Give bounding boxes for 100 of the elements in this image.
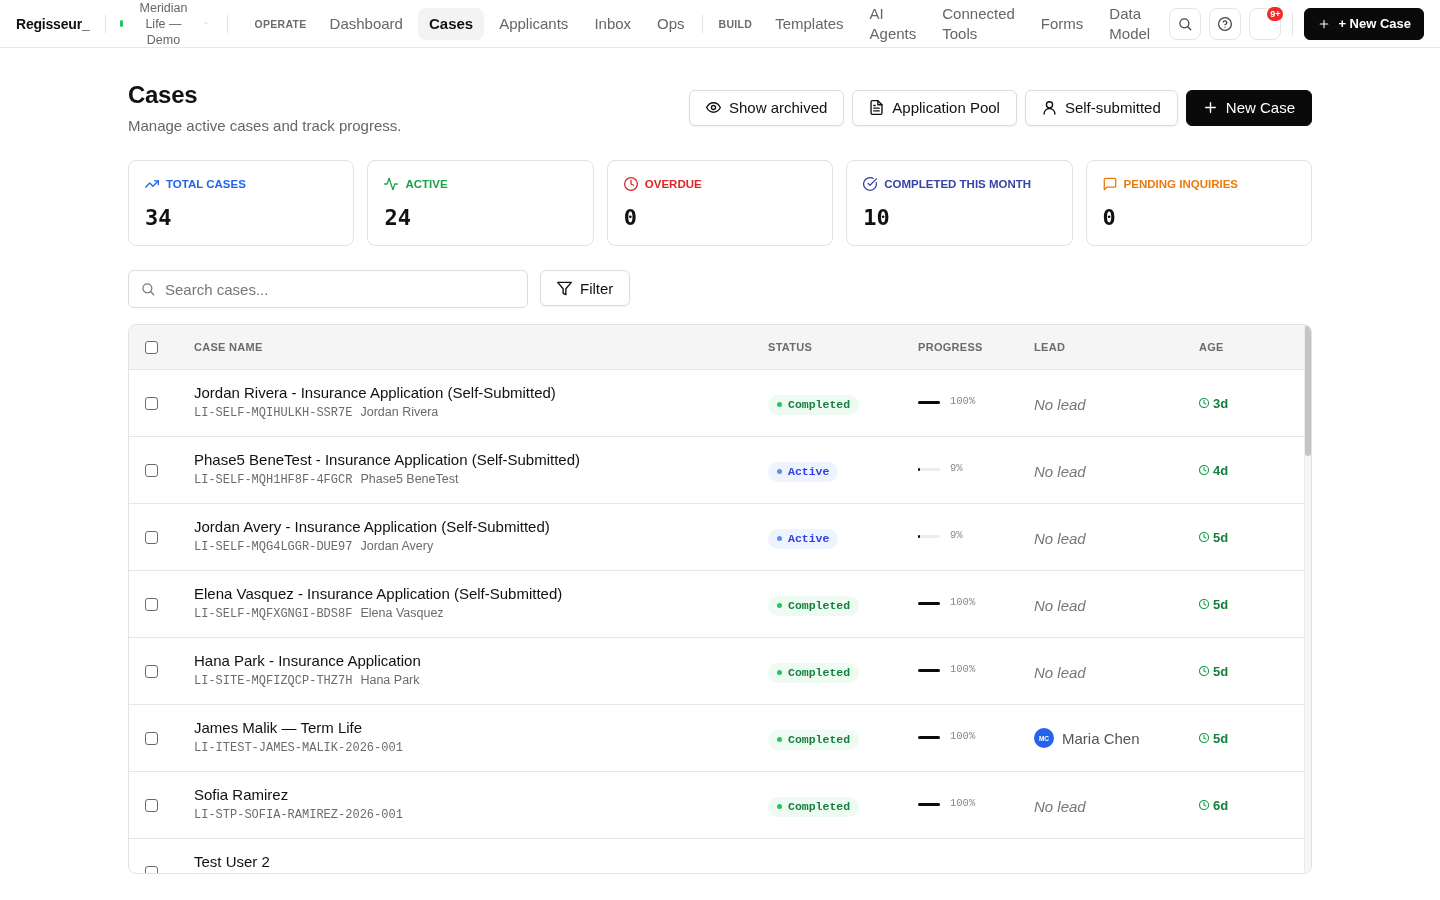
status-badge: Completed	[768, 662, 860, 683]
plus-icon	[1202, 100, 1218, 115]
case-age: 5d	[1213, 663, 1229, 679]
nav-link[interactable]: Dashboard	[318, 7, 414, 40]
status-badge: Active	[768, 528, 839, 549]
nav-link[interactable]: Applicants	[488, 7, 580, 40]
search-field[interactable]: Search cases...	[128, 270, 528, 308]
search-icon	[1178, 16, 1193, 31]
case-name[interactable]: Phase5 BeneTest - Insurance Application (Self-Submitted)	[194, 450, 581, 470]
nav-link[interactable]: Templates	[764, 7, 855, 40]
nav-link[interactable]: Forms	[1029, 7, 1095, 40]
chevron-down-icon	[203, 21, 210, 26]
case-name[interactable]: Hana Park - Insurance Application	[194, 651, 421, 671]
progress-percent: 100%	[950, 395, 976, 407]
progress-percent: 100%	[950, 797, 976, 809]
filter-button[interactable]: Filter	[540, 270, 631, 306]
clock-icon	[623, 177, 638, 191]
clock-icon	[1199, 733, 1209, 743]
progress-percent: 100%	[950, 730, 976, 742]
self-submitted-button[interactable]: Self-submitted	[1024, 89, 1178, 126]
progress-percent: 100%	[950, 596, 976, 608]
pulse-icon	[384, 177, 399, 191]
case-name[interactable]: Test User 2	[194, 852, 270, 872]
select-all-checkbox[interactable]	[145, 340, 158, 354]
check-circle-icon	[863, 177, 878, 191]
nav-link[interactable]: Inbox	[583, 7, 643, 40]
case-name[interactable]: Elena Vasquez - Insurance Application (Self-Submitted)	[194, 584, 563, 604]
column-header: STATUS	[768, 341, 813, 353]
stat-label: COMPLETED THIS MONTH	[884, 177, 1032, 192]
status-badge: Completed	[768, 595, 860, 616]
workspace-switcher[interactable]: Meridian Life — Demo	[120, 0, 210, 48]
application-pool-button[interactable]: Application Pool	[852, 89, 1017, 126]
status-dot-icon	[777, 469, 782, 474]
nav-link[interactable]: Connected Tools	[931, 0, 1026, 50]
case-age: 4d	[1213, 462, 1229, 478]
column-header: PROGRESS	[918, 341, 983, 353]
document-icon	[869, 100, 885, 115]
notifications-button[interactable]: 9+	[1249, 7, 1282, 40]
trending-up-icon	[145, 177, 159, 191]
case-name[interactable]: Sofia Ramirez	[194, 785, 289, 805]
applicant-name: Hana Park	[360, 673, 420, 687]
help-button[interactable]	[1209, 7, 1242, 40]
row-checkbox[interactable]	[145, 396, 158, 410]
new-case-button[interactable]: New Case	[1185, 89, 1312, 126]
row-checkbox[interactable]	[145, 731, 158, 745]
column-header: AGE	[1199, 341, 1224, 353]
stat-label: TOTAL CASES	[166, 177, 246, 192]
row-checkbox[interactable]	[145, 530, 158, 544]
column-header: CASE NAME	[194, 341, 263, 353]
case-name[interactable]: Jordan Rivera - Insurance Application (Self-Submitted)	[194, 383, 556, 403]
search-button[interactable]	[1169, 7, 1202, 40]
case-age: 3d	[1213, 395, 1229, 411]
nav-section-label: BUILD	[718, 17, 753, 30]
stat-value: 0	[623, 204, 639, 232]
case-name[interactable]: Jordan Avery - Insurance Application (Self-Submitted)	[194, 517, 550, 537]
eye-icon	[705, 100, 721, 115]
case-id: LI-SELF-MQFXGNGI-BDS8F	[194, 606, 353, 623]
row-checkbox[interactable]	[145, 463, 158, 477]
show-archived-button[interactable]: Show archived	[688, 89, 845, 126]
clock-icon	[1199, 800, 1209, 810]
case-age: 6d	[1213, 797, 1229, 813]
app-logo[interactable]: Regisseur_	[16, 15, 90, 32]
applicant-name: Phase5 BeneTest	[360, 472, 459, 486]
case-id: LI-SELF-MQG4LGGR-DUE97	[194, 539, 353, 556]
nav-link[interactable]: Ops	[646, 7, 696, 40]
nav-link[interactable]: Cases	[417, 7, 485, 40]
case-id: LI-SITE-MQFIZQCP-THZ7H	[194, 673, 353, 690]
chat-bubble-icon	[1102, 177, 1117, 191]
nav-link[interactable]: Data Model	[1098, 0, 1162, 50]
row-checkbox[interactable]	[145, 798, 158, 812]
applicant-name: Elena Vasquez	[360, 606, 444, 620]
stat-label: PENDING INQUIRIES	[1123, 177, 1238, 192]
column-header: LEAD	[1034, 341, 1066, 353]
row-checkbox[interactable]	[145, 597, 158, 611]
clock-icon	[1199, 398, 1209, 408]
scrollbar-thumb[interactable]	[1305, 325, 1311, 456]
applicant-name: Jordan Rivera	[360, 405, 439, 419]
nav-link[interactable]: AI Agents	[858, 0, 928, 50]
stat-value: 24	[384, 204, 412, 232]
case-id: LI-STP-SOFIA-RAMIREZ-2026-001	[194, 807, 403, 824]
new-case-button[interactable]: + New Case	[1304, 7, 1424, 40]
progress-percent: 9%	[950, 462, 963, 474]
page-title: Cases	[128, 80, 199, 110]
nav-section-label: OPERATE	[254, 17, 307, 30]
stat-label: OVERDUE	[644, 177, 702, 192]
lead-empty: No lead	[1034, 462, 1086, 480]
clock-icon	[1199, 465, 1209, 475]
row-checkbox[interactable]	[145, 664, 158, 678]
lead-empty: No lead	[1034, 395, 1086, 413]
lead-empty: No lead	[1034, 797, 1086, 815]
notification-count: 9+	[1267, 6, 1284, 21]
status-badge: Active	[768, 461, 839, 482]
help-icon	[1218, 16, 1233, 31]
case-age: 5d	[1213, 529, 1229, 545]
page-subtitle: Manage active cases and track progress.	[128, 116, 402, 135]
case-id: LI-SELF-MQH1HF8F-4FGCR	[194, 472, 353, 489]
stat-label: ACTIVE	[405, 177, 448, 192]
case-name[interactable]: James Malik — Term Life	[194, 718, 363, 738]
case-id: LI-SELF-MQIHULKH-SSR7E	[194, 405, 353, 422]
scrollbar[interactable]	[1304, 325, 1311, 873]
